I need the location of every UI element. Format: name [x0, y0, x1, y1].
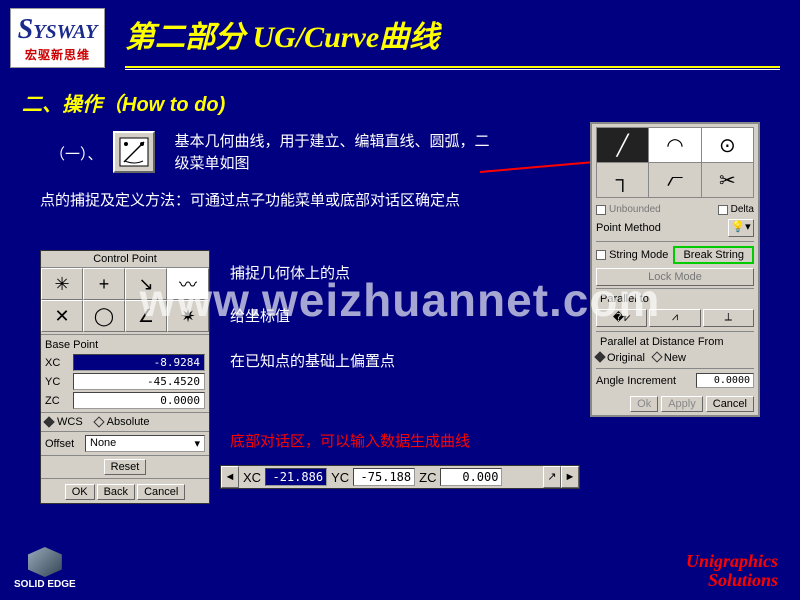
ann-coord: 给坐标值 — [230, 305, 290, 326]
lock-mode-button[interactable]: Lock Mode — [596, 268, 754, 286]
cp-title: Control Point — [41, 251, 209, 268]
delta-label: Delta — [731, 204, 754, 215]
string-mode-checkbox[interactable] — [596, 250, 606, 260]
delta-checkbox[interactable] — [718, 205, 728, 215]
watermark: www.weizhuannet.com — [140, 273, 661, 327]
break-string-button[interactable]: Break String — [673, 246, 754, 264]
snap-intersect-icon[interactable]: ✕ — [41, 300, 83, 332]
wcs-radio-icon[interactable] — [43, 416, 54, 427]
cb-yc-input[interactable]: -75.188 — [353, 468, 415, 486]
title-rule-2 — [125, 69, 780, 70]
ok-button[interactable]: OK — [65, 484, 95, 500]
line-type-grid: ╱ ◠ ⊙ ┐ ⦧ ✂ — [596, 127, 754, 198]
logo-top: SYSWAY — [18, 14, 98, 46]
bulb-icon[interactable]: 💡▾ — [728, 219, 754, 237]
parallel-zc-button[interactable]: ⟂ — [703, 309, 754, 327]
cb-yc-label: YC — [327, 470, 353, 485]
circle-type-icon[interactable]: ⊙ — [702, 128, 753, 162]
back-button[interactable]: Back — [97, 484, 135, 500]
ann-bottom-dialog: 底部对话区，可以输入数据生成曲线 — [230, 430, 470, 451]
control-point-dialog: Control Point ✳ + ↘ 〰 ✕ ◯ ∠ ✷ Base Point… — [40, 250, 210, 504]
line-arc-icon — [119, 137, 149, 167]
snap-plus-icon[interactable]: + — [83, 268, 125, 300]
angle-inc-input[interactable]: 0.0000 — [696, 373, 754, 388]
parallel-xc-button[interactable]: �⩗ — [596, 309, 647, 327]
cb-xc-input[interactable]: -21.886 — [265, 468, 327, 486]
absolute-radio-icon[interactable] — [93, 416, 104, 427]
offset-label: Offset — [45, 438, 81, 450]
point-method-label: Point Method — [596, 222, 661, 234]
wcs-label[interactable]: WCS — [57, 416, 83, 428]
parallel-to-label: Parallel to — [596, 291, 754, 307]
absolute-label[interactable]: Absolute — [107, 416, 150, 428]
cb-zc-input[interactable]: 0.000 — [440, 468, 502, 486]
ann-snap-point: 捕捉几何体上的点 — [230, 262, 350, 283]
reset-button[interactable]: Reset — [104, 459, 147, 475]
line-options-dialog: ╱ ◠ ⊙ ┐ ⦧ ✂ Unbounded Delta Point Method… — [590, 122, 760, 417]
chamfer-type-icon[interactable]: ✂ — [702, 163, 753, 197]
r-ok-button[interactable]: Ok — [630, 396, 658, 412]
coord-right-arrow-icon[interactable]: ► — [561, 466, 579, 488]
title-rule — [125, 66, 780, 68]
xc-input[interactable]: -8.9284 — [73, 354, 205, 371]
trim-type-icon[interactable]: ┐ — [597, 163, 648, 197]
new-radio[interactable]: New — [653, 352, 686, 364]
original-radio[interactable]: Original — [596, 352, 645, 364]
coord-tool-icon[interactable]: ↗ — [543, 466, 561, 488]
yc-input[interactable]: -45.4520 — [73, 373, 205, 390]
section-subtitle: 二、操作（How to do) — [22, 88, 800, 117]
coord-left-arrow-icon[interactable]: ◄ — [221, 466, 239, 488]
item-one-label: （一）、 — [50, 131, 103, 164]
cube-icon — [28, 547, 62, 577]
r-cancel-button[interactable]: Cancel — [706, 396, 754, 412]
logo-box: SYSWAY 宏驱新思维 — [10, 8, 105, 68]
snap-endpoint-icon[interactable]: ↘ — [125, 268, 167, 300]
zc-label: ZC — [45, 395, 69, 407]
chevron-down-icon: ▾ — [194, 437, 200, 450]
solid-edge-logo: SOLID EDGE — [14, 547, 76, 590]
angle-inc-label: Angle Increment — [596, 375, 676, 387]
snap-burst-icon[interactable]: ✳ — [41, 268, 83, 300]
base-point-label: Base Point — [41, 337, 209, 353]
basic-curve-icon[interactable] — [113, 131, 155, 173]
cb-xc-label: XC — [239, 470, 265, 485]
page-title: 第二部分 UG/Curve曲线 — [125, 6, 790, 66]
cp-snap-grid: ✳ + ↘ 〰 ✕ ◯ ∠ ✷ — [41, 268, 209, 332]
parallel-yc-button[interactable]: ⩘ — [649, 309, 700, 327]
cancel-button[interactable]: Cancel — [137, 484, 185, 500]
line-type-icon[interactable]: ╱ — [597, 128, 648, 162]
snap-angle-icon[interactable]: ∠ — [125, 300, 167, 332]
xc-label: XC — [45, 357, 69, 369]
item-one-desc: 基本几何曲线，用于建立、编辑直线、圆弧，二级菜单如图 — [175, 131, 495, 175]
snap-curve-icon[interactable]: 〰 — [167, 268, 209, 300]
parallel-dist-label: Parallel at Distance From — [596, 334, 754, 350]
unigraphics-brand: Unigraphics Solutions — [686, 552, 778, 590]
snap-arc-icon[interactable]: ◯ — [83, 300, 125, 332]
yc-label: YC — [45, 376, 69, 388]
arc-type-icon[interactable]: ◠ — [649, 128, 700, 162]
solid-edge-label: SOLID EDGE — [14, 579, 76, 590]
cb-zc-label: ZC — [415, 470, 440, 485]
unbounded-label: Unbounded — [609, 204, 661, 215]
unbounded-checkbox[interactable] — [596, 205, 606, 215]
zc-input[interactable]: 0.0000 — [73, 392, 205, 409]
offset-dropdown[interactable]: None▾ — [85, 435, 205, 452]
string-mode-label: String Mode — [609, 249, 668, 261]
ann-offset: 在已知点的基础上偏置点 — [230, 350, 395, 371]
snap-star-icon[interactable]: ✷ — [167, 300, 209, 332]
fillet-type-icon[interactable]: ⦧ — [649, 163, 700, 197]
logo-bottom: 宏驱新思维 — [25, 46, 90, 63]
r-apply-button[interactable]: Apply — [661, 396, 703, 412]
coord-bar: ◄ XC -21.886 YC -75.188 ZC 0.000 ↗ ► — [220, 465, 580, 489]
